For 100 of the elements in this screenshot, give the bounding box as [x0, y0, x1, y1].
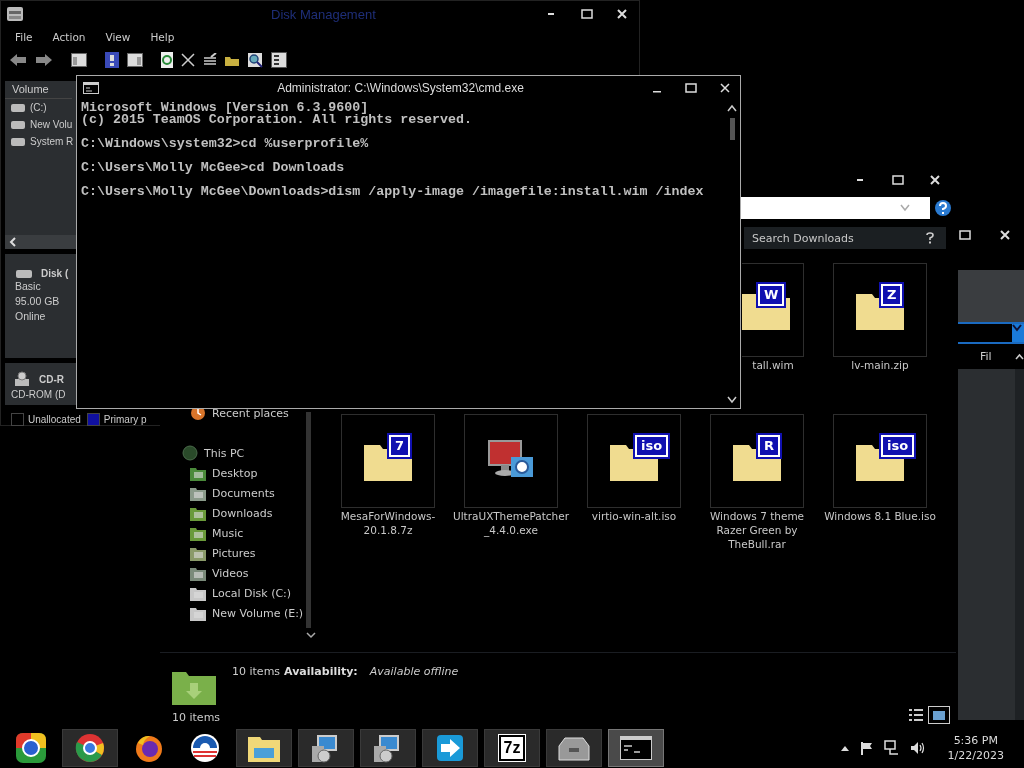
- panel: [958, 270, 1024, 322]
- drive-label[interactable]: (C:): [30, 102, 47, 113]
- file-name[interactable]: Windows 7 theme Razer Green by TheBull.rar: [698, 509, 816, 551]
- maximize-icon: [892, 175, 904, 185]
- file-tile[interactable]: iso: [833, 414, 927, 508]
- folder-icon: [190, 505, 206, 521]
- minimize-icon: [653, 91, 661, 93]
- file-tile[interactable]: W: [742, 263, 804, 357]
- item-count: 10 items: [172, 711, 222, 724]
- file-name[interactable]: tall.wim: [742, 358, 804, 372]
- search-icon[interactable]: [247, 52, 263, 68]
- nav-item[interactable]: Videos: [212, 566, 249, 580]
- browser-icon: [134, 733, 164, 763]
- scrollbar[interactable]: [5, 235, 76, 249]
- help-icon[interactable]: [926, 232, 934, 244]
- nav-item[interactable]: Recent places: [212, 406, 289, 420]
- menu-item[interactable]: Action: [52, 31, 86, 43]
- maximize-icon: [581, 9, 593, 19]
- folder-icon: [190, 605, 206, 621]
- file-tile[interactable]: Z: [833, 263, 927, 357]
- legend-label: Unallocated: [28, 413, 81, 425]
- nav-item[interactable]: Desktop: [212, 466, 258, 480]
- drive-icon: [10, 136, 26, 147]
- nav-item[interactable]: Downloads: [212, 506, 273, 520]
- clock[interactable]: 5:36 PM 1/22/2023: [947, 733, 1004, 763]
- flag-icon[interactable]: [859, 741, 874, 755]
- close-icon: [930, 175, 940, 185]
- console-line: C:\Users\Molly McGee\Downloads>dism /apply-image /imagefile:install.wim /index: [81, 186, 705, 198]
- menu-item[interactable]: File: [15, 31, 33, 43]
- nav-item[interactable]: New Volume (E:): [212, 606, 304, 620]
- file-name[interactable]: UltraUXThemePatcher_4.4.0.exe: [452, 509, 570, 537]
- chevron-left-icon: [8, 237, 18, 247]
- taskbar-button[interactable]: 7z: [484, 729, 540, 767]
- file-tile[interactable]: iso: [587, 414, 681, 508]
- folder-icon[interactable]: [225, 54, 239, 66]
- item-count: 10 items: [232, 665, 281, 678]
- back-icon[interactable]: [9, 53, 27, 67]
- scrollbar-thumb[interactable]: [729, 118, 735, 140]
- taskbar-button[interactable]: [298, 729, 354, 767]
- taskbar-button[interactable]: [360, 729, 416, 767]
- orb-icon: [15, 732, 47, 764]
- taskbar-button[interactable]: [422, 729, 478, 767]
- chevron-down-icon[interactable]: [306, 632, 316, 639]
- window-title: Disk Management: [271, 6, 376, 22]
- dropdown[interactable]: [958, 322, 1024, 344]
- speaker-icon[interactable]: [909, 741, 926, 755]
- help-icon[interactable]: [934, 199, 952, 217]
- disk-name: CD-R: [39, 373, 64, 385]
- network-icon[interactable]: [883, 740, 900, 756]
- console-tree-icon[interactable]: [71, 53, 87, 67]
- file-tile[interactable]: [464, 414, 558, 508]
- file-name[interactable]: MesaForWindows-20.1.8.7z: [329, 509, 447, 537]
- properties-icon[interactable]: [203, 53, 217, 67]
- details-view-icon[interactable]: [908, 708, 924, 722]
- disk-info: 95.00 GB: [15, 294, 61, 309]
- column-header[interactable]: Volume: [5, 81, 72, 99]
- taskbar-button[interactable]: [608, 729, 664, 767]
- nav-item[interactable]: Documents: [212, 486, 275, 500]
- nav-item[interactable]: Pictures: [212, 546, 256, 560]
- file-tile[interactable]: 7: [341, 414, 435, 508]
- circle-logo-icon: [190, 733, 220, 763]
- disk-info: Online: [15, 309, 47, 324]
- chevron-up-icon[interactable]: [839, 744, 850, 752]
- legend-label: Primary p: [103, 413, 147, 425]
- file-name[interactable]: virtio-win-alt.iso: [575, 509, 693, 523]
- console-line: C:\Users\Molly McGee>cd Downloads: [81, 162, 346, 174]
- nav-item[interactable]: Music: [212, 526, 244, 540]
- taskbar-button[interactable]: [62, 729, 118, 767]
- delete-icon[interactable]: [181, 53, 195, 67]
- taskbar-button[interactable]: [546, 729, 602, 767]
- cd-drive-icon: [13, 371, 31, 387]
- drive-icon: [15, 268, 33, 279]
- drive-label[interactable]: System R: [30, 136, 74, 147]
- column-header[interactable]: Fil: [980, 350, 992, 363]
- scrollbar[interactable]: [306, 412, 311, 628]
- chevron-down-icon: [727, 396, 737, 404]
- file-tile[interactable]: R: [710, 414, 804, 508]
- file-name[interactable]: lv-main.zip: [821, 358, 939, 372]
- forward-icon[interactable]: [35, 53, 53, 67]
- chevron-up-icon[interactable]: [1015, 353, 1024, 360]
- disk-info: Basic: [15, 279, 42, 294]
- scrollbar[interactable]: [1015, 369, 1024, 720]
- taskbar-button[interactable]: [236, 729, 292, 767]
- picture-icon: [932, 709, 946, 721]
- disk-name: Disk (: [41, 268, 69, 279]
- large-icons-view-button[interactable]: [928, 706, 950, 724]
- menu-item[interactable]: Help: [150, 31, 175, 43]
- search-field[interactable]: Search Downloads: [744, 227, 946, 249]
- archiver-logo: 7z: [498, 735, 526, 761]
- folder-icon: [190, 545, 206, 561]
- availability-value: Available offline: [369, 665, 459, 678]
- browser-icon: [75, 733, 105, 763]
- availability-label: Availability:: [284, 665, 358, 678]
- action-pane-icon[interactable]: [127, 53, 143, 67]
- drive-label[interactable]: New Volu: [30, 119, 73, 130]
- nav-item[interactable]: Local Disk (C:): [212, 586, 292, 600]
- nav-item[interactable]: This PC: [204, 446, 245, 460]
- refresh-icon[interactable]: [161, 52, 173, 68]
- menu-item[interactable]: View: [105, 31, 131, 43]
- file-name[interactable]: Windows 8.1 Blue.iso: [821, 509, 939, 523]
